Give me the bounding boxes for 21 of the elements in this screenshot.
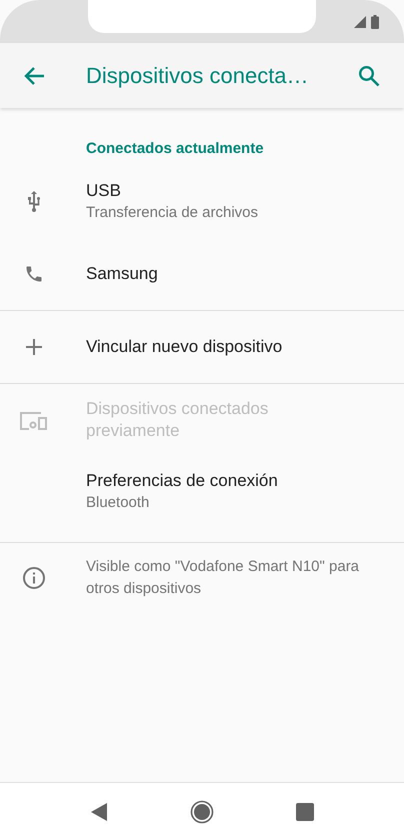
item-title[interactable]: USB [86, 180, 121, 202]
screen-title: Dispositivos conecta… [86, 62, 310, 88]
battery-icon [371, 14, 379, 28]
recents-icon[interactable] [296, 802, 314, 820]
home-icon[interactable] [190, 800, 214, 824]
info-text: Visible como "Vodafone Smart N10" para otros dispositivos [86, 557, 360, 599]
item-subtitle: Transferencia de archivos [86, 203, 258, 223]
plus-icon [26, 339, 42, 355]
devices-icon [20, 410, 48, 430]
signal-icon [354, 16, 366, 28]
item-title[interactable]: Vincular nuevo dispositivo [86, 336, 282, 358]
back-arrow-icon[interactable] [23, 66, 45, 86]
info-icon [22, 566, 46, 590]
item-subtitle: Bluetooth [86, 493, 150, 513]
item-title[interactable]: Preferencias de conexión [86, 470, 278, 492]
section-header: Conectados actualmente [86, 140, 264, 158]
item-title[interactable]: Samsung [86, 263, 158, 285]
usb-icon [27, 191, 41, 213]
phone-icon [24, 264, 44, 284]
back-icon[interactable] [90, 802, 108, 822]
search-icon[interactable] [358, 64, 380, 86]
